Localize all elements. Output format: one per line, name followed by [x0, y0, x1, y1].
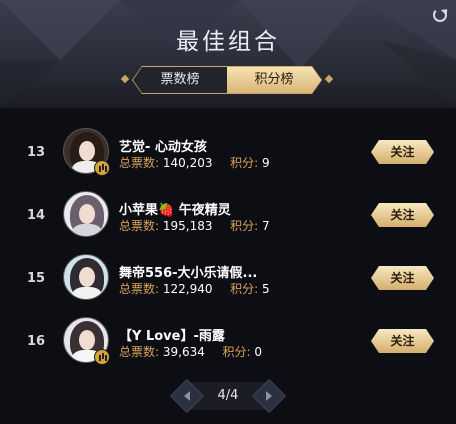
chevron-right-icon — [266, 391, 272, 401]
points-value: 9 — [262, 156, 270, 170]
level-badge-icon — [94, 160, 110, 176]
points-label: 积分: — [230, 282, 259, 296]
rank-number: 16 — [26, 334, 46, 349]
user-name: 艺觉- 心动女孩 — [119, 140, 207, 155]
votes-value: 39,634 — [162, 345, 205, 359]
level-badge-icon — [94, 349, 110, 365]
votes-label: 总票数: — [119, 345, 160, 359]
points-value: 5 — [262, 282, 270, 296]
votes-value: 195,183 — [162, 219, 213, 233]
avatar[interactable] — [63, 254, 109, 300]
follow-button[interactable]: 关注 — [371, 329, 434, 353]
user-stats: 总票数: 140,203 积分: 9 — [119, 154, 270, 171]
votes-value: 140,203 — [162, 156, 213, 170]
points-label: 积分: — [230, 156, 259, 170]
tab-votes[interactable]: 票数榜 — [133, 67, 227, 93]
user-name: 【Y Love】-雨露 — [119, 329, 225, 344]
votes-label: 总票数: — [119, 156, 160, 170]
tab-points[interactable]: 积分榜 — [227, 67, 321, 93]
votes-value: 122,940 — [162, 282, 213, 296]
rank-number: 15 — [26, 271, 46, 286]
points-label: 积分: — [222, 345, 251, 359]
rank-number: 14 — [26, 208, 46, 223]
points-label: 积分: — [230, 219, 259, 233]
follow-button[interactable]: 关注 — [371, 266, 434, 290]
refresh-icon[interactable] — [433, 8, 447, 22]
rank-number: 13 — [26, 145, 46, 160]
points-value: 0 — [254, 345, 263, 359]
user-stats: 总票数: 122,940 积分: 5 — [119, 280, 270, 297]
user-stats: 总票数: 195,183 积分: 7 — [119, 217, 270, 234]
user-name: 舞帝556-大小乐请假... — [119, 266, 258, 281]
points-value: 7 — [262, 219, 270, 233]
follow-button[interactable]: 关注 — [371, 203, 434, 227]
user-name: 小苹果🍓 午夜精灵 — [119, 203, 231, 218]
votes-label: 总票数: — [119, 219, 160, 233]
votes-label: 总票数: — [119, 282, 160, 296]
avatar[interactable] — [63, 191, 109, 237]
page-title: 最佳组合 — [176, 29, 280, 55]
header: 最佳组合 票数榜 积分榜 — [0, 0, 456, 108]
pagination: 4/4 — [170, 379, 286, 413]
follow-button[interactable]: 关注 — [371, 140, 434, 164]
tab-bar: 票数榜 积分榜 — [120, 66, 334, 94]
user-stats: 总票数: 39,634 积分: 0 — [119, 343, 262, 360]
